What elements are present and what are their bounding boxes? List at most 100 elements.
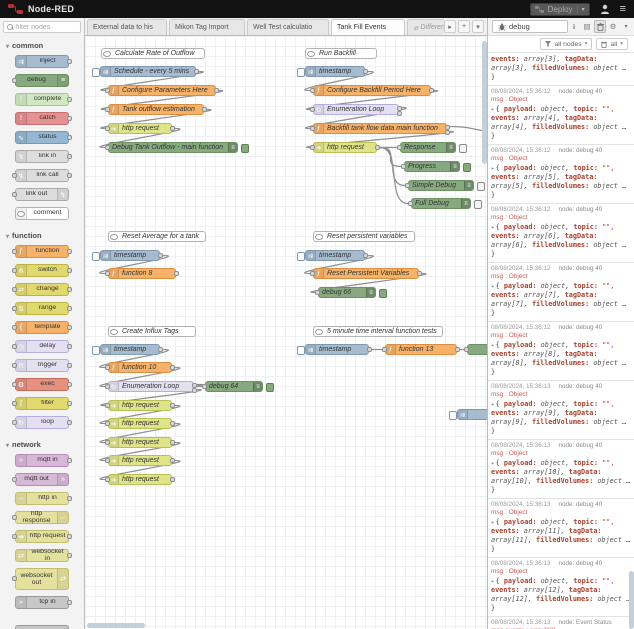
output-port[interactable] — [429, 87, 434, 93]
output-port[interactable] — [170, 402, 175, 408]
comment-node[interactable]: Reset Average for a tank — [108, 231, 206, 242]
input-port[interactable] — [12, 286, 17, 292]
expand-arrow-icon[interactable]: ▸ — [491, 578, 495, 585]
node-http[interactable]: ➔ http request — [105, 437, 175, 448]
output-port[interactable] — [67, 324, 72, 330]
output-port[interactable] — [375, 144, 380, 150]
debug-msg-body[interactable]: ▸{ payload: object, topic: "", events: a… — [491, 341, 631, 377]
input-port[interactable] — [310, 125, 315, 131]
deploy-button[interactable]: Deploy ▾ — [529, 2, 590, 16]
debug-toggle-button[interactable] — [266, 382, 274, 392]
debug-msg-body[interactable]: ▸{ payload: object, topic: "", events: a… — [491, 518, 631, 554]
input-port[interactable] — [105, 270, 110, 276]
debug-msg-body[interactable]: events: array[3], tagData: array[3], fil… — [491, 55, 631, 82]
filter-nodes-dropdown[interactable]: all nodes ▾ — [540, 38, 593, 50]
palette-node-range[interactable]: ⇅ range — [12, 302, 72, 315]
expand-arrow-icon[interactable]: ▸ — [491, 460, 495, 467]
output-port[interactable] — [158, 252, 163, 258]
input-port[interactable] — [12, 77, 17, 83]
debug-msg-body[interactable]: ▸{ payload: object, topic: "", events: a… — [491, 459, 631, 495]
output-port[interactable] — [67, 172, 72, 178]
palette-node-http-in[interactable]: → http in — [15, 492, 72, 505]
output-port[interactable] — [67, 96, 72, 102]
input-port[interactable] — [12, 191, 17, 197]
input-port[interactable] — [401, 163, 406, 169]
user-icon[interactable] — [600, 4, 610, 14]
debug-message[interactable]: 08/08/2024, 15:36:12 node: debug 40 msg : … — [488, 204, 634, 263]
comment-node[interactable]: 5 minute time interval function tests — [313, 326, 443, 337]
output-port[interactable] — [67, 362, 72, 368]
output-port[interactable] — [67, 400, 72, 406]
input-port[interactable] — [310, 106, 315, 112]
palette-node-comment[interactable]: comment — [15, 207, 69, 220]
node-debug[interactable]: Debug Tank Outflow - main function ≡ — [105, 142, 249, 153]
debug-message[interactable]: 08/08/2024, 15:36:13 node: debug 40 msg : … — [488, 499, 634, 558]
output-port[interactable] — [67, 153, 72, 159]
palette-node-filter[interactable]: ∫ filter — [12, 397, 72, 410]
clear-scope-dropdown[interactable]: all ▾ — [596, 38, 628, 50]
palette-node-catch[interactable]: ! catch — [15, 112, 72, 125]
palette-node-complete[interactable]: ! complete — [15, 93, 72, 106]
flow-canvas[interactable]: Calculate Rate of Outflow ⇉ Schedule - eve… — [85, 36, 487, 629]
output-port[interactable] — [67, 533, 72, 539]
palette-node-mqtt-out[interactable]: mqtt out » — [12, 473, 69, 486]
palette-node-websocket-out[interactable]: websocket out ⇄ — [12, 568, 69, 590]
output-port[interactable] — [174, 270, 179, 276]
expand-arrow-icon[interactable]: ▸ — [491, 283, 495, 290]
input-port[interactable] — [12, 400, 17, 406]
input-port[interactable] — [382, 346, 387, 352]
output-port[interactable] — [67, 599, 72, 605]
palette-category-common[interactable]: ▾ common — [0, 36, 84, 52]
node-loop[interactable]: ↻ Enumeration Loop — [310, 104, 402, 116]
input-port[interactable] — [105, 383, 110, 389]
palette-filter-input[interactable]: filter nodes — [3, 21, 81, 33]
palette-node-inject[interactable]: ⇉ inject — [15, 55, 72, 68]
output-port[interactable] — [67, 457, 72, 463]
output-port[interactable] — [445, 130, 450, 135]
output-port[interactable] — [194, 68, 199, 74]
clear-messages-button[interactable] — [594, 20, 606, 33]
debug-msg-body[interactable]: ▸{ payload: object, topic: "", events: a… — [491, 164, 631, 200]
output-port[interactable] — [417, 270, 422, 276]
node-inject[interactable]: ⇉ timestamp — [297, 250, 368, 261]
sidebar-menu-caret[interactable]: ▾ — [620, 20, 632, 33]
debug-msg-body[interactable]: ▸{ payload: object, topic: "", events: a… — [491, 105, 631, 141]
comment-node[interactable]: Reset persistent variables — [313, 231, 415, 242]
node-http[interactable]: ➔ http request — [105, 418, 175, 429]
input-port[interactable] — [12, 576, 17, 581]
output-port[interactable] — [367, 346, 372, 352]
node-loop[interactable]: ↻ Enumeration Loop — [105, 381, 197, 393]
output-port[interactable] — [455, 346, 460, 352]
node-function[interactable]: ƒ Tank outflow estimation — [105, 104, 207, 115]
debug-toggle-button[interactable] — [459, 143, 467, 153]
palette-node-status[interactable]: ∿ status — [15, 131, 72, 144]
expand-arrow-icon[interactable]: ▸ — [491, 224, 495, 231]
input-port[interactable] — [408, 200, 413, 206]
output-port[interactable] — [67, 134, 72, 140]
palette-category-network[interactable]: ▾ network — [0, 435, 84, 451]
input-port[interactable] — [397, 144, 402, 150]
debug-toggle-button[interactable] — [477, 181, 485, 191]
node-function[interactable]: ƒ function 10 — [105, 362, 175, 373]
node-debug[interactable]: Response ≡ — [397, 142, 467, 153]
output-port[interactable] — [363, 252, 368, 258]
input-port[interactable] — [12, 248, 17, 254]
inject-button[interactable] — [92, 345, 100, 355]
flow-tab-differential-tank[interactable]: ⊘Differential Tank — [407, 19, 444, 35]
node-inject[interactable]: ⇉ timestamp — [92, 250, 163, 261]
main-menu-icon[interactable]: ≡ — [620, 3, 626, 15]
inject-button[interactable] — [92, 67, 100, 77]
palette-node-link-call[interactable]: ↯ link call — [12, 169, 72, 182]
debug-message[interactable]: events: array[3], tagData: array[3], fil… — [488, 53, 634, 86]
output-port[interactable] — [67, 419, 72, 425]
add-flow-button[interactable]: + — [458, 20, 470, 33]
output-port[interactable] — [67, 267, 72, 273]
debug-msg-body[interactable]: ▸{ payload: object, topic: "", events: a… — [491, 400, 631, 436]
input-port[interactable] — [12, 267, 17, 273]
node-function[interactable]: ƒ Backfill tank flow data main function — [310, 123, 450, 135]
input-port[interactable] — [105, 144, 110, 150]
input-port[interactable] — [315, 289, 320, 295]
debug-toggle-button[interactable] — [379, 288, 387, 298]
palette-node-link-in[interactable]: ↯ link in — [15, 150, 72, 163]
node-debug[interactable] — [464, 344, 487, 355]
